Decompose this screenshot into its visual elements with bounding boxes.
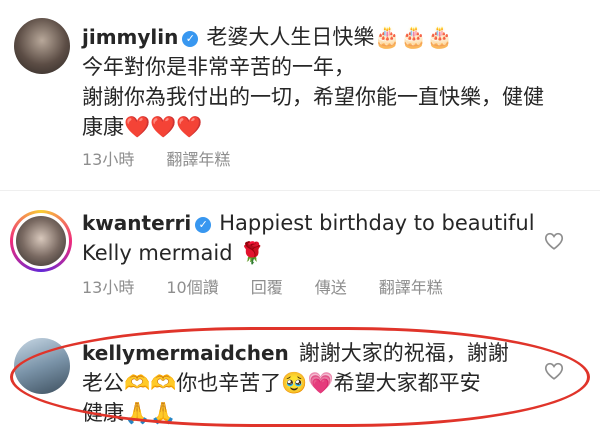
username[interactable]: kwanterri	[82, 211, 191, 235]
verified-badge-icon: ✓	[195, 217, 212, 233]
comment-line: 今年對你是非常辛苦的一年，	[82, 55, 355, 79]
username[interactable]: jimmylin	[82, 25, 178, 49]
comment-text: jimmylin ✓ 老婆大人生日快樂🎂🎂🎂 今年對你是非常辛苦的一年， 謝謝你為我…	[82, 22, 544, 142]
heart-outline-icon[interactable]	[543, 230, 565, 252]
reply-link[interactable]: 回覆	[251, 278, 283, 297]
comment-meta: 13小時 翻譯年糕	[82, 146, 262, 170]
divider	[0, 190, 600, 191]
cake-emoji: 🎂🎂🎂	[374, 25, 453, 49]
comment-meta: 13小時 10個讚 回覆 傳送 翻譯年糕	[82, 274, 475, 298]
comment-line: 謝謝你為我付出的一切，希望你能一直快樂，健健	[82, 85, 544, 109]
translate-link[interactable]: 翻譯年糕	[379, 278, 443, 297]
translate-link[interactable]: 翻譯年糕	[166, 150, 230, 169]
highlight-annotation	[10, 327, 590, 427]
comment-line: 康康	[82, 115, 124, 139]
avatar[interactable]	[10, 210, 72, 272]
verified-badge-icon: ✓	[182, 31, 199, 47]
comment-line: 老婆大人生日快樂	[206, 25, 375, 49]
heart-emoji: ❤️❤️❤️	[124, 115, 203, 139]
avatar[interactable]	[14, 18, 70, 74]
timestamp: 13小時	[82, 150, 135, 169]
timestamp: 13小時	[82, 278, 135, 297]
rose-emoji: 🌹	[239, 241, 266, 265]
likes-count[interactable]: 10個讚	[166, 278, 218, 297]
comment-text: kwanterri ✓ Happiest birthday to beautiful…	[82, 208, 535, 268]
comment-line: Kelly mermaid	[82, 241, 233, 265]
send-link[interactable]: 傳送	[315, 278, 347, 297]
comment-line: Happiest birthday to beautiful	[219, 211, 535, 235]
